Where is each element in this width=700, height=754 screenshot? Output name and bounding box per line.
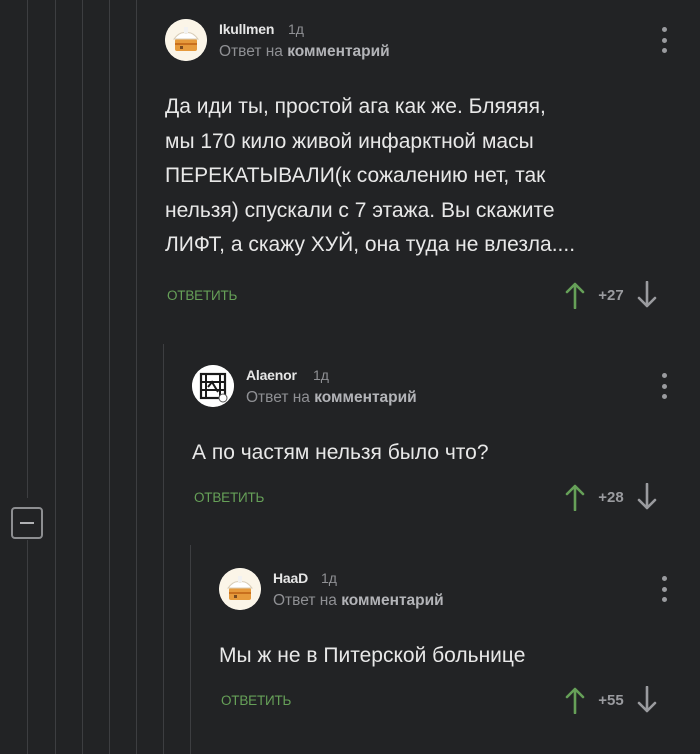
- comment: HaaD 1д Ответ на комментарий Мы ж не в П…: [219, 568, 685, 728]
- reply-button[interactable]: ответить: [194, 490, 264, 505]
- cake-avatar-icon: [165, 19, 207, 61]
- thread-line: [163, 344, 164, 754]
- comment-body: Да иди ты, простой ага как же. Бляяяя, м…: [165, 90, 575, 263]
- thread-line: [55, 0, 56, 754]
- rating-count: +55: [598, 691, 624, 709]
- thread-line: [27, 540, 28, 754]
- reply-to-target[interactable]: комментарий: [287, 43, 389, 60]
- comment-line: Мы ж не в Питерской больнице: [219, 644, 526, 667]
- rating-controls: +55: [565, 686, 657, 714]
- username[interactable]: Ikullmen: [219, 21, 274, 37]
- thread-line: [27, 0, 28, 498]
- reply-to-link[interactable]: Ответ на комментарий: [273, 592, 444, 610]
- rammstein-logo-avatar-icon: [192, 365, 234, 407]
- rating-count: +28: [598, 488, 624, 506]
- comment-line: А по частям нельзя было что?: [192, 441, 489, 464]
- thread-line: [136, 0, 137, 754]
- reply-to-prefix: Ответ на: [273, 592, 337, 609]
- arrow-up-icon[interactable]: [565, 281, 585, 309]
- arrow-up-icon[interactable]: [565, 483, 585, 511]
- reply-to-prefix: Ответ на: [246, 389, 310, 406]
- minus-icon: [20, 522, 34, 524]
- comment-body: А по частям нельзя было что?: [192, 436, 489, 471]
- arrow-down-icon[interactable]: [637, 686, 657, 714]
- reply-to-prefix: Ответ на: [219, 43, 283, 60]
- timestamp: 1д: [321, 570, 337, 586]
- comment-line: нельзя) спускали с 7 этажа. Вы скажите: [165, 198, 555, 222]
- cake-avatar-icon: [219, 568, 261, 610]
- timestamp: 1д: [288, 21, 304, 37]
- avatar[interactable]: [165, 19, 207, 61]
- timestamp: 1д: [313, 367, 329, 383]
- comment: Ikullmen 1д Ответ на комментарий Да иди …: [165, 19, 685, 319]
- username[interactable]: HaaD: [273, 570, 308, 586]
- comment-line: Да иди ты, простой ага как же. Бляяяя,: [165, 95, 546, 118]
- collapse-thread-button[interactable]: [11, 507, 43, 539]
- arrow-up-icon[interactable]: [565, 686, 585, 714]
- avatar[interactable]: [219, 568, 261, 610]
- rating-controls: +27: [565, 281, 657, 309]
- reply-button[interactable]: ответить: [167, 288, 237, 303]
- arrow-down-icon[interactable]: [637, 281, 657, 309]
- rating-count: +27: [598, 286, 624, 304]
- avatar[interactable]: [192, 365, 234, 407]
- reply-to-link[interactable]: Ответ на комментарий: [246, 389, 417, 407]
- rating-controls: +28: [565, 483, 657, 511]
- comment-line: ПЕРЕКАТЫВАЛИ(к сожалению нет, так: [165, 164, 546, 187]
- more-vertical-icon[interactable]: [660, 27, 668, 53]
- arrow-down-icon[interactable]: [637, 483, 657, 511]
- username[interactable]: Alaenor: [246, 367, 297, 383]
- reply-to-target[interactable]: комментарий: [314, 389, 416, 406]
- comment-line: мы 170 кило живой инфарктной масы: [165, 129, 534, 153]
- more-vertical-icon[interactable]: [660, 373, 668, 399]
- comment: Alaenor 1д Ответ на комментарий А по час…: [192, 365, 685, 525]
- reply-to-target[interactable]: комментарий: [341, 592, 443, 609]
- more-vertical-icon[interactable]: [660, 576, 668, 602]
- reply-button[interactable]: ответить: [221, 693, 291, 708]
- comment-line: ЛИФТ, а скажу ХУЙ, она туда не влезла...…: [165, 233, 576, 256]
- thread-line: [109, 0, 110, 754]
- thread-line: [190, 545, 191, 754]
- comment-body: Мы ж не в Питерской больнице: [219, 639, 525, 674]
- thread-line: [82, 0, 83, 754]
- reply-to-link[interactable]: Ответ на комментарий: [219, 43, 390, 61]
